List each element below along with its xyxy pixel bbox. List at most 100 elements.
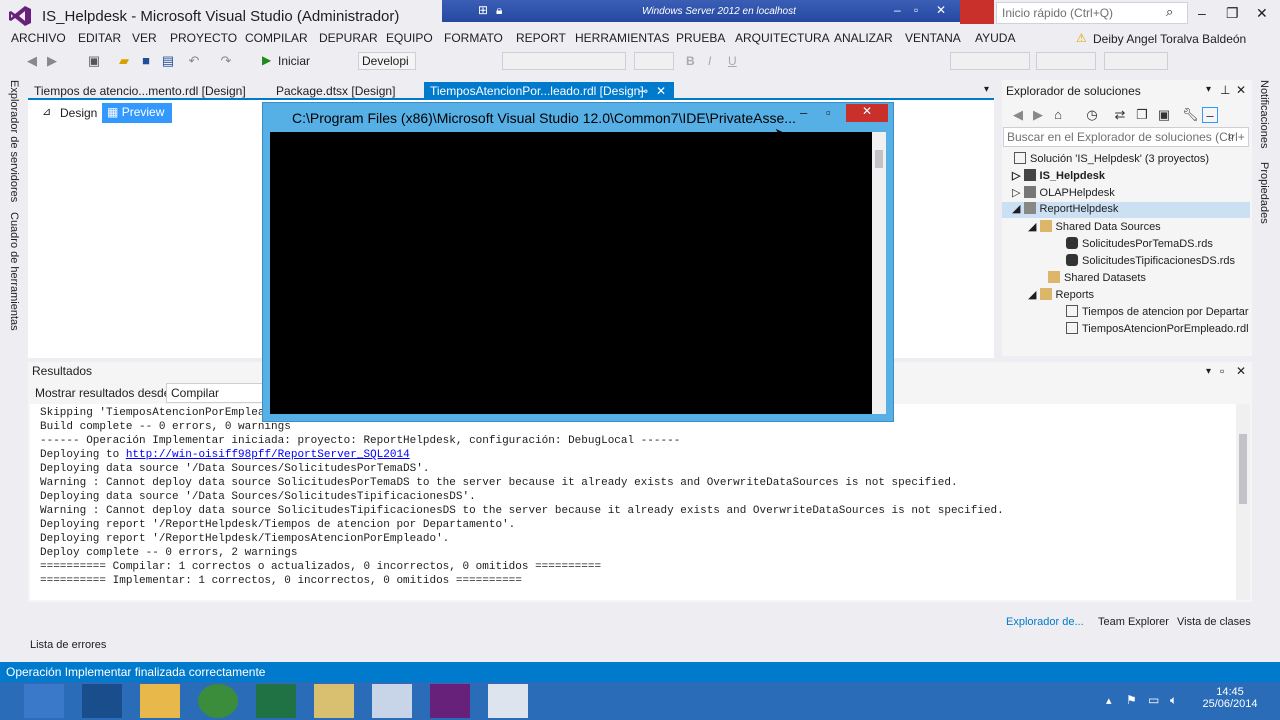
- console-close-icon[interactable]: ✕: [846, 104, 888, 122]
- close-panel-icon[interactable]: ✕: [1236, 364, 1246, 378]
- console-taskbar-icon[interactable]: [488, 684, 528, 718]
- file-explorer-icon[interactable]: [140, 684, 180, 718]
- format-combo-3[interactable]: [1104, 52, 1168, 70]
- expand-icon[interactable]: ▷: [1012, 187, 1024, 199]
- system-clock[interactable]: 14:45 25/06/2014: [1200, 686, 1260, 710]
- properties-tab[interactable]: Propiedades: [1258, 162, 1270, 224]
- new-project-icon[interactable]: ▣: [86, 53, 102, 69]
- tab-package[interactable]: Package.dtsx [Design]: [270, 82, 401, 100]
- forward-icon[interactable]: ▶: [1030, 107, 1046, 123]
- menu-ver[interactable]: VER: [132, 31, 157, 45]
- console-maximize-icon[interactable]: ▫: [826, 105, 831, 120]
- panel-dropdown-icon[interactable]: ▾: [1206, 84, 1211, 95]
- format-combo-2[interactable]: [1036, 52, 1096, 70]
- close-tab-icon[interactable]: ✕: [656, 84, 666, 98]
- history-icon[interactable]: ◷: [1084, 107, 1100, 123]
- tab-solution-explorer[interactable]: Explorador de...: [1006, 616, 1084, 628]
- solution-search-input[interactable]: Buscar en el Explorador de soluciones (C…: [1003, 127, 1249, 147]
- rdp-close-icon[interactable]: ✕: [936, 3, 946, 17]
- console-scrollbar[interactable]: [872, 132, 886, 414]
- tab-error-list[interactable]: Lista de errores: [30, 639, 106, 651]
- design-view-tab[interactable]: Design: [60, 106, 97, 120]
- volume-icon[interactable]: 🔈︎: [1170, 693, 1177, 708]
- italic-icon[interactable]: I: [708, 54, 711, 68]
- preview-view-tab[interactable]: ▦ Preview: [102, 103, 172, 123]
- scroll-thumb[interactable]: [1239, 434, 1247, 504]
- server-explorer-tab[interactable]: Explorador de servidores: [8, 80, 20, 202]
- close-panel-icon[interactable]: ✕: [1236, 83, 1246, 97]
- menu-report[interactable]: REPORT: [516, 31, 566, 45]
- menu-editar[interactable]: EDITAR: [78, 31, 121, 45]
- minimize-icon[interactable]: –: [1198, 5, 1206, 21]
- underline-icon[interactable]: U: [728, 54, 737, 68]
- user-name[interactable]: Deiby Angel Toralva Baldeón: [1093, 32, 1246, 46]
- format-combo[interactable]: [950, 52, 1030, 70]
- forward-icon[interactable]: ▶: [44, 53, 60, 69]
- start-button[interactable]: Iniciar: [278, 54, 310, 68]
- undo-icon[interactable]: ↶: [186, 53, 202, 69]
- quick-launch-input[interactable]: Inicio rápido (Ctrl+Q): [996, 2, 1188, 24]
- redo-icon[interactable]: ↷: [218, 53, 234, 69]
- configuration-combo[interactable]: Developi: [358, 52, 416, 70]
- notifications-tab[interactable]: Notificaciones: [1258, 80, 1270, 148]
- panel-dropdown-icon[interactable]: ▾: [1206, 366, 1211, 377]
- chrome-icon[interactable]: [198, 684, 238, 718]
- tree-file-solicitudes-tema[interactable]: SolicitudesPorTemaDS.rds: [1066, 237, 1213, 250]
- close-icon[interactable]: ✕: [1256, 5, 1268, 22]
- rdp-minimize-icon[interactable]: –: [894, 3, 901, 17]
- output-source-combo[interactable]: Compilar: [166, 383, 266, 403]
- menu-proyecto[interactable]: PROYECTO: [170, 31, 237, 45]
- toolbox-tab[interactable]: Cuadro de herramientas: [8, 212, 20, 331]
- tray-arrow-icon[interactable]: ▴: [1106, 694, 1112, 707]
- tree-project-olap[interactable]: ▷ OLAPHelpdesk: [1012, 186, 1115, 199]
- sync-icon[interactable]: ⇄: [1112, 107, 1128, 123]
- network-icon[interactable]: ▭: [1148, 693, 1159, 707]
- save-all-icon[interactable]: ▤: [160, 53, 176, 69]
- collapse-icon[interactable]: ◢: [1028, 221, 1040, 233]
- back-icon[interactable]: ◀: [24, 53, 40, 69]
- report-server-link[interactable]: http://win-oisiff98pff/ReportServer_SQL2…: [126, 449, 410, 461]
- powershell-icon[interactable]: [82, 684, 122, 718]
- feedback-flag-icon[interactable]: [960, 0, 994, 24]
- home-icon[interactable]: ⌂: [1050, 107, 1066, 123]
- visual-studio-taskbar-icon[interactable]: [430, 684, 470, 718]
- tab-tiempos-atencion-empleado[interactable]: TiemposAtencionPor...leado.rdl [Design] …: [424, 82, 674, 100]
- menu-archivo[interactable]: ARCHIVO: [11, 31, 66, 45]
- tab-list-dropdown-icon[interactable]: ▾: [984, 84, 989, 95]
- flag-icon[interactable]: ⚑: [1126, 693, 1137, 707]
- tree-folder-shared-datasets[interactable]: Shared Datasets: [1048, 271, 1146, 284]
- tree-folder-reports[interactable]: ◢ Reports: [1028, 288, 1094, 301]
- properties-icon[interactable]: 🔧︎: [1182, 107, 1199, 123]
- tree-file-report-departamento[interactable]: Tiempos de atencion por Departar: [1066, 305, 1249, 318]
- restore-icon[interactable]: ❐: [1226, 5, 1239, 22]
- search-icon[interactable]: ⌕: [1228, 129, 1235, 144]
- console-output[interactable]: [270, 132, 872, 414]
- tools-icon[interactable]: [314, 684, 354, 718]
- tree-file-solicitudes-tipificaciones[interactable]: SolicitudesTipificacionesDS.rds: [1066, 254, 1235, 267]
- server-manager-icon[interactable]: [24, 684, 64, 718]
- pin-panel-icon[interactable]: ⊥: [1220, 83, 1230, 97]
- bold-icon[interactable]: B: [686, 54, 695, 68]
- maximize-panel-icon[interactable]: ▫: [1220, 364, 1224, 378]
- output-scrollbar[interactable]: [1236, 404, 1250, 600]
- start-icon[interactable]: ▶: [262, 53, 271, 67]
- collapse-icon[interactable]: ◢: [1012, 203, 1024, 215]
- console-minimize-icon[interactable]: –: [800, 105, 807, 120]
- document-icon[interactable]: [372, 684, 412, 718]
- menu-arquitectura[interactable]: ARQUITECTURA: [735, 31, 830, 45]
- rdp-restore-icon[interactable]: ▫: [914, 3, 918, 17]
- menu-ayuda[interactable]: AYUDA: [975, 31, 1015, 45]
- tree-project-reporthelpdesk[interactable]: ◢ ReportHelpdesk: [1002, 202, 1250, 218]
- tree-project-is-helpdesk[interactable]: ▷ IS_Helpdesk: [1012, 169, 1105, 182]
- menu-prueba[interactable]: PRUEBA: [676, 31, 725, 45]
- pin-icon[interactable]: ⊞: [478, 3, 488, 17]
- font-size-combo[interactable]: [634, 52, 674, 70]
- scroll-thumb[interactable]: [875, 150, 883, 168]
- show-all-icon[interactable]: ▣: [1156, 107, 1172, 123]
- menu-compilar[interactable]: COMPILAR: [245, 31, 308, 45]
- menu-ventana[interactable]: VENTANA: [905, 31, 961, 45]
- search-icon[interactable]: ⌕: [1166, 4, 1173, 20]
- output-text[interactable]: Skipping 'TiemposAtencionPorEmplea Build…: [30, 404, 1236, 600]
- tree-file-report-empleado[interactable]: TiemposAtencionPorEmpleado.rdl: [1066, 322, 1249, 335]
- back-icon[interactable]: ◀: [1010, 107, 1026, 123]
